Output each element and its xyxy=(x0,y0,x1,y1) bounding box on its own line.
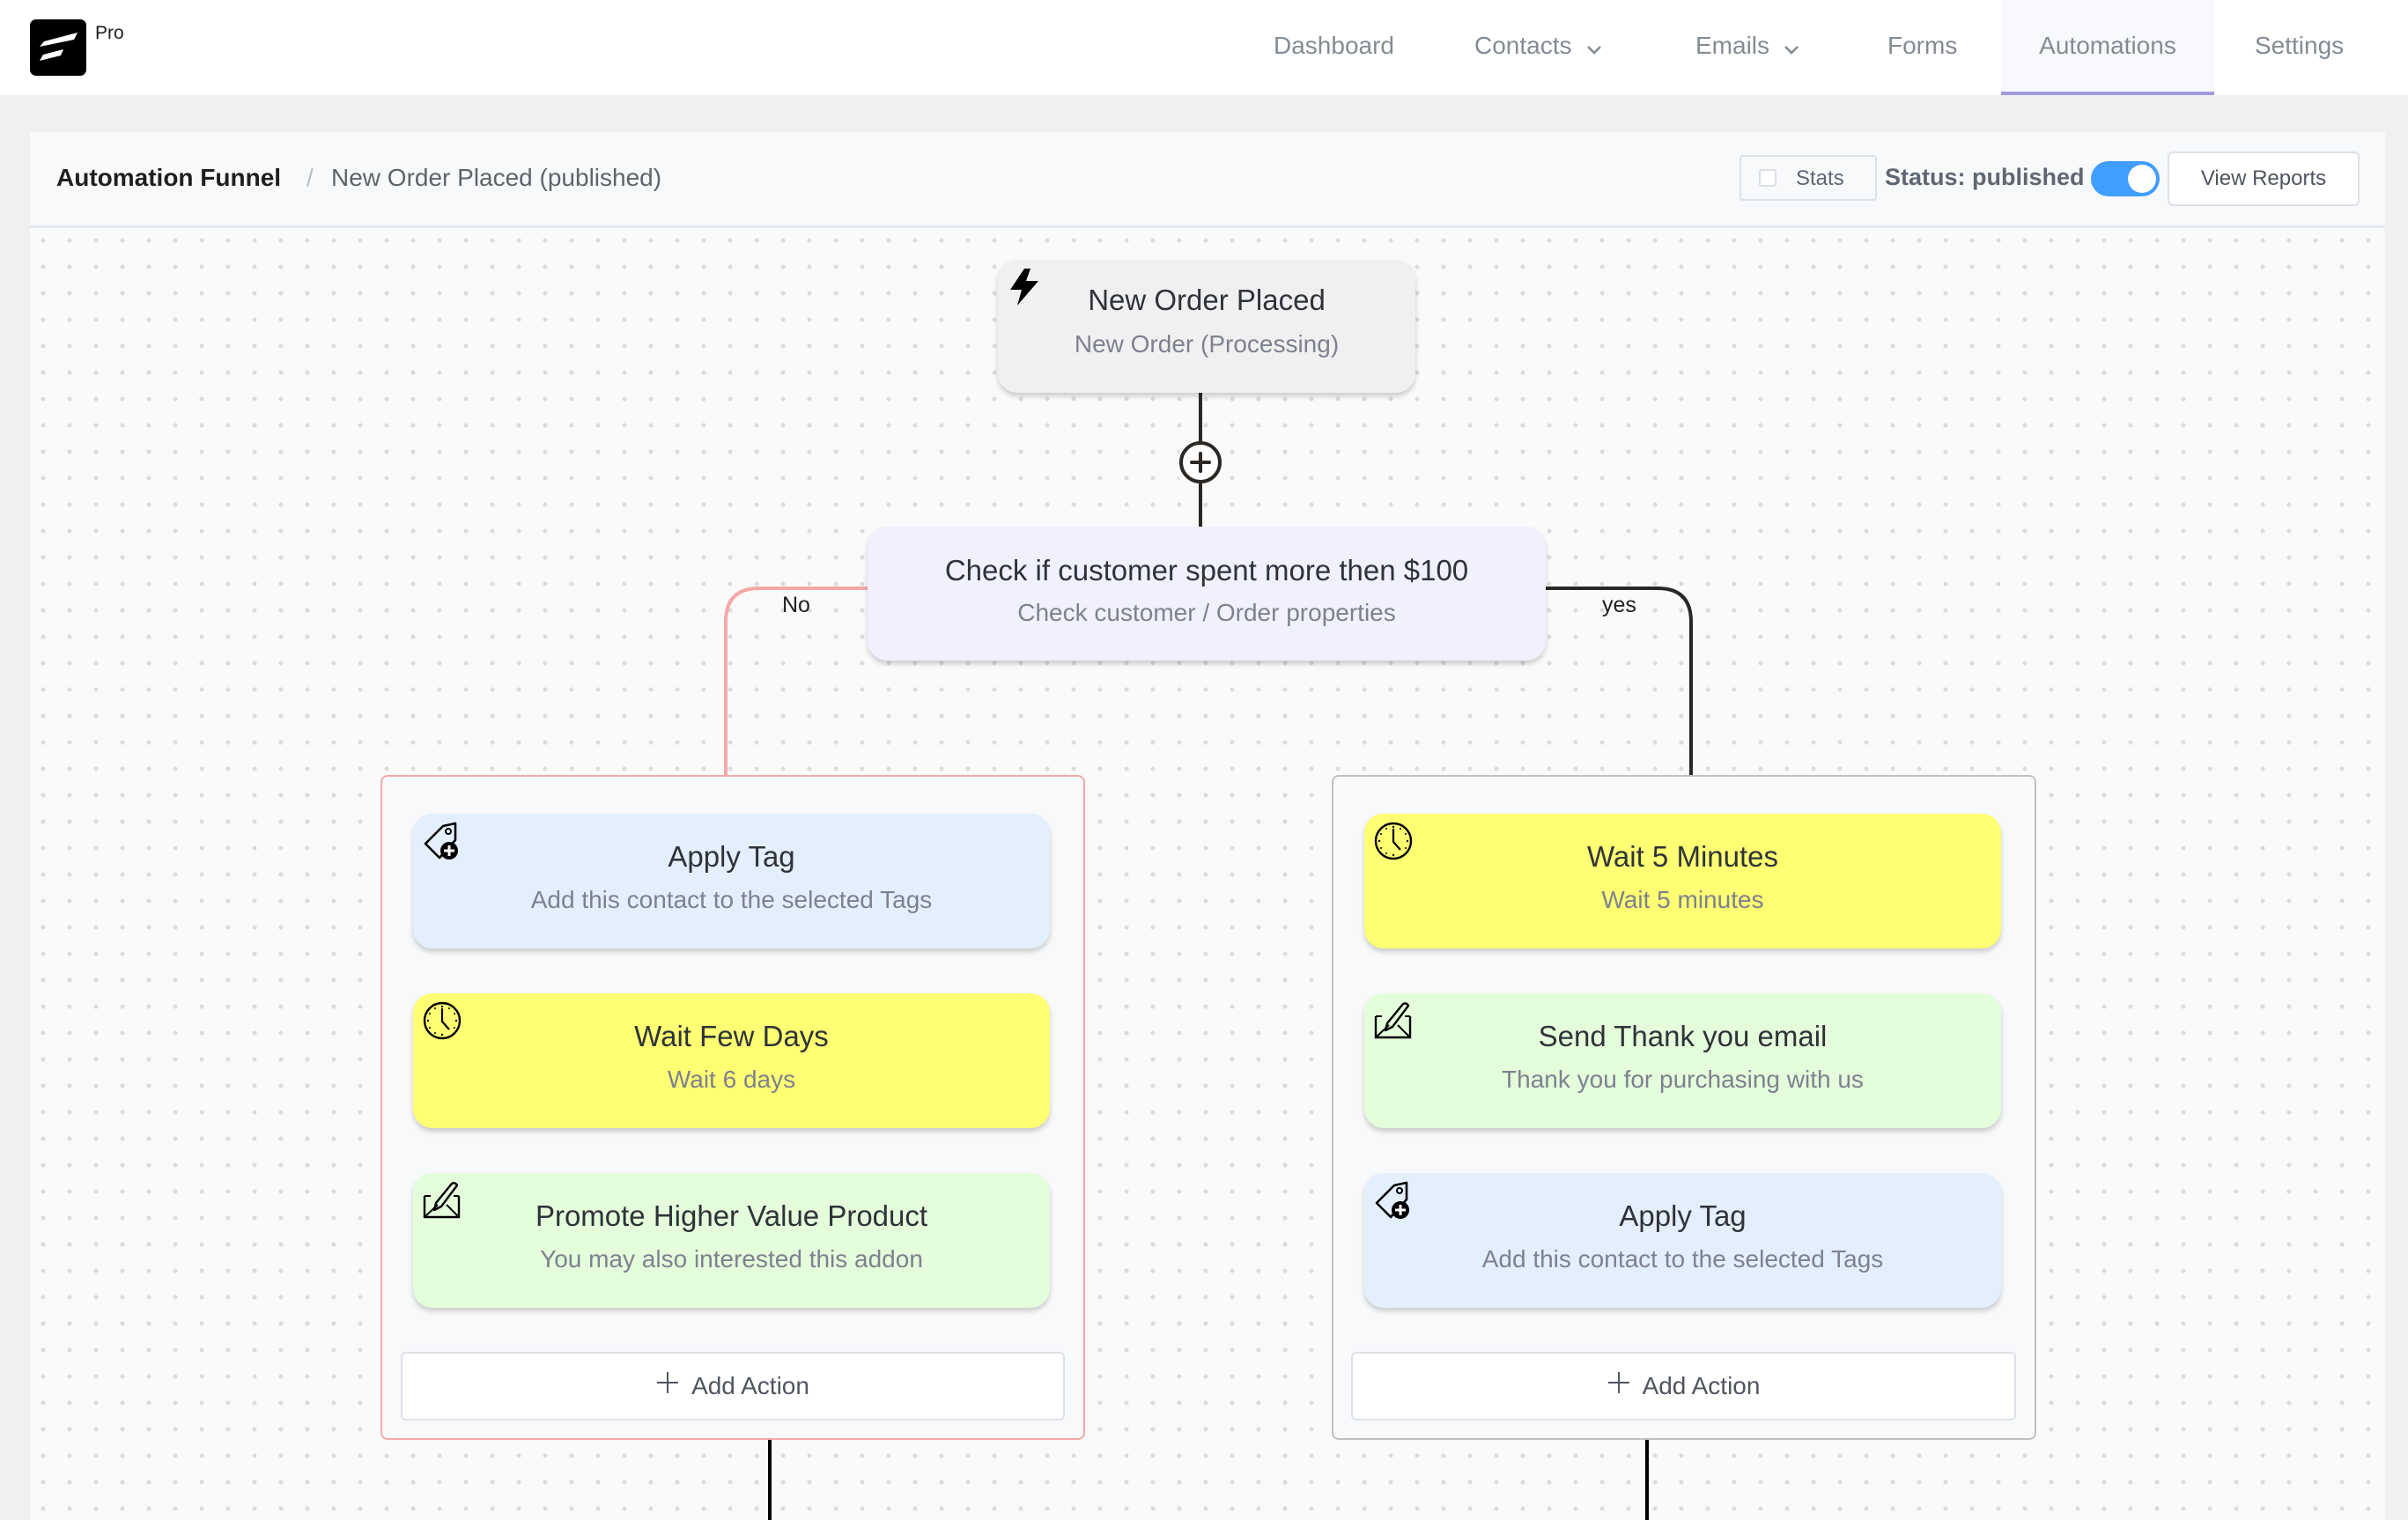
nav-contacts[interactable]: Contacts xyxy=(1474,0,1602,95)
nav-dashboard-label: Dashboard xyxy=(1274,32,1394,59)
add-step-button[interactable] xyxy=(1172,434,1229,491)
view-reports-button[interactable]: View Reports xyxy=(2168,151,2360,206)
action-title: Apply Tag xyxy=(1619,1199,1747,1232)
action-subtitle: You may also interested this addon xyxy=(540,1245,923,1273)
fluentcrm-logo-icon[interactable] xyxy=(30,19,86,76)
no-branch-add-action-button[interactable]: Add Action xyxy=(401,1352,1065,1420)
status-label: Status: published xyxy=(1885,164,2085,190)
plus-icon xyxy=(1607,1354,1630,1419)
stats-checkbox[interactable] xyxy=(1759,169,1776,187)
nav-settings-label: Settings xyxy=(2255,32,2345,59)
yes-branch-add-action-button[interactable]: Add Action xyxy=(1351,1352,2016,1420)
no-action-apply-tag[interactable]: Apply Tag Add this contact to the select… xyxy=(413,814,1050,948)
status-toggle[interactable] xyxy=(2091,161,2160,196)
nav-contacts-label: Contacts xyxy=(1474,32,1572,59)
stats-label: Stats xyxy=(1796,166,1844,190)
nav-forms[interactable]: Forms xyxy=(1887,0,1957,95)
action-subtitle: Thank you for purchasing with us xyxy=(1502,1066,1864,1093)
nav-forms-label: Forms xyxy=(1887,32,1958,59)
trigger-subtitle: New Order (Processing) xyxy=(1074,330,1340,358)
action-title: Apply Tag xyxy=(668,840,795,873)
action-title: Wait Few Days xyxy=(634,1020,829,1052)
stats-checkbox-button[interactable]: Stats xyxy=(1740,155,1877,201)
yes-action-apply-tag[interactable]: Apply Tag Add this contact to the select… xyxy=(1364,1173,2001,1308)
trigger-node[interactable]: New Order Placed New Order (Processing) xyxy=(998,260,1415,393)
yes-action-send-thank-you-email[interactable]: Send Thank you email Thank you for purch… xyxy=(1364,993,2001,1128)
action-subtitle: Wait 6 days xyxy=(667,1066,796,1093)
condition-title: Check if customer spent more then $100 xyxy=(944,554,1469,587)
nav-emails-label: Emails xyxy=(1695,32,1770,59)
action-title: Wait 5 Minutes xyxy=(1586,840,1778,873)
breadcrumb-separator: / xyxy=(307,164,314,191)
nav-dashboard[interactable]: Dashboard xyxy=(1274,0,1394,95)
condition-subtitle: Check customer / Order properties xyxy=(1017,599,1396,626)
yes-action-wait-5-minutes[interactable]: Wait 5 Minutes Wait 5 minutes xyxy=(1364,814,2001,948)
trigger-title: New Order Placed xyxy=(1088,284,1326,316)
plus-icon xyxy=(656,1354,679,1419)
no-action-wait-few-days[interactable]: Wait Few Days Wait 6 days xyxy=(413,993,1050,1128)
nav-emails[interactable]: Emails xyxy=(1695,0,1799,95)
nav-automations-label: Automations xyxy=(2039,32,2176,59)
add-action-label: Add Action xyxy=(1642,1372,1761,1399)
editor-header: Automation Funnel / New Order Placed (pu… xyxy=(30,132,2385,228)
action-subtitle: Add this contact to the selected Tags xyxy=(530,886,933,913)
action-subtitle: Wait 5 minutes xyxy=(1601,886,1764,913)
plus-circle-icon xyxy=(1172,434,1229,491)
nav-automations[interactable]: Automations xyxy=(2001,0,2214,95)
breadcrumb-root[interactable]: Automation Funnel xyxy=(56,164,281,192)
top-navigation: Pro Dashboard Contacts Emails Forms Auto… xyxy=(0,0,2408,95)
add-action-label: Add Action xyxy=(691,1372,809,1399)
action-title: Send Thank you email xyxy=(1538,1020,1828,1052)
nav-settings[interactable]: Settings xyxy=(2255,0,2344,95)
action-subtitle: Add this contact to the selected Tags xyxy=(1481,1245,1884,1273)
action-title: Promote Higher Value Product xyxy=(535,1199,928,1232)
breadcrumb-current: New Order Placed (published) xyxy=(331,164,662,191)
toggle-knob xyxy=(2128,165,2156,193)
chevron-down-icon xyxy=(1784,2,1799,93)
condition-node[interactable]: Check if customer spent more then $100 C… xyxy=(868,527,1546,660)
plan-badge: Pro xyxy=(95,23,124,43)
no-action-promote-product[interactable]: Promote Higher Value Product You may als… xyxy=(413,1173,1050,1308)
chevron-down-icon xyxy=(1586,2,1602,93)
no-branch-label: No xyxy=(782,593,810,617)
yes-branch-label: yes xyxy=(1602,593,1636,617)
